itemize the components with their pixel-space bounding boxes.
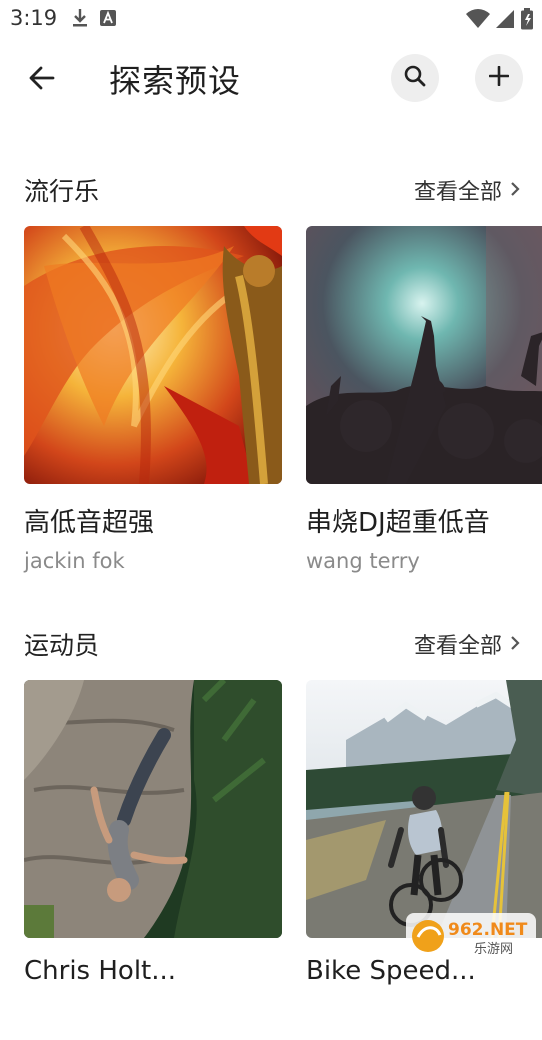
preset-image-concert-crowd bbox=[306, 226, 542, 484]
status-bar: 3:19 bbox=[0, 0, 542, 38]
section-header-pop: 流行乐 查看全部 bbox=[0, 168, 542, 208]
preset-card[interactable]: 串烧DJ超重低音 wang terry bbox=[306, 226, 542, 573]
card-row-athletes: Chris Holt... Bike Speed... bbox=[0, 680, 542, 1040]
svg-text:乐游网: 乐游网 bbox=[474, 942, 513, 957]
see-all-button[interactable]: 查看全部 bbox=[414, 628, 520, 660]
card-row-pop: 高低音超强 jackin fok 串烧DJ超重低音 wang terry bbox=[0, 226, 542, 586]
back-button[interactable] bbox=[22, 60, 62, 100]
download-icon bbox=[72, 8, 88, 32]
card-title: 串烧DJ超重低音 bbox=[306, 508, 490, 538]
card-author: jackin fok bbox=[24, 549, 125, 573]
see-all-label: 查看全部 bbox=[413, 634, 502, 659]
arrow-left-icon bbox=[29, 65, 55, 95]
page-title: 探索预设 bbox=[109, 62, 242, 100]
see-all-label: 查看全部 bbox=[413, 180, 502, 205]
chevron-right-icon bbox=[510, 178, 520, 203]
preset-image-cyclist bbox=[306, 680, 542, 938]
card-title: 高低音超强 bbox=[24, 508, 155, 538]
card-title: Chris Holt... bbox=[24, 956, 177, 986]
preset-image-climber bbox=[24, 680, 282, 938]
search-button[interactable] bbox=[391, 54, 439, 102]
section-title: 流行乐 bbox=[24, 177, 100, 206]
svg-text:962.NET: 962.NET bbox=[448, 920, 528, 940]
chevron-right-icon bbox=[510, 632, 520, 657]
section-header-athletes: 运动员 查看全部 bbox=[0, 622, 542, 662]
preset-card[interactable]: 高低音超强 jackin fok bbox=[24, 226, 282, 573]
text-a-icon bbox=[100, 10, 116, 30]
plus-icon bbox=[488, 65, 510, 90]
status-time: 3:19 bbox=[10, 6, 58, 30]
preset-card[interactable]: Chris Holt... bbox=[24, 680, 282, 996]
app-header: 探索预设 bbox=[0, 46, 542, 112]
wifi-icon bbox=[466, 9, 490, 33]
add-button[interactable] bbox=[475, 54, 523, 102]
card-title: Bike Speed... bbox=[306, 956, 476, 986]
section-title: 运动员 bbox=[24, 631, 100, 660]
preset-image-phoenix-warrior bbox=[24, 226, 282, 484]
card-author: wang terry bbox=[306, 549, 420, 573]
signal-icon bbox=[496, 9, 514, 33]
search-icon bbox=[404, 65, 426, 91]
see-all-button[interactable]: 查看全部 bbox=[414, 174, 520, 206]
watermark-logo: 962.NET 乐游网 bbox=[406, 913, 536, 959]
battery-icon bbox=[520, 8, 534, 34]
